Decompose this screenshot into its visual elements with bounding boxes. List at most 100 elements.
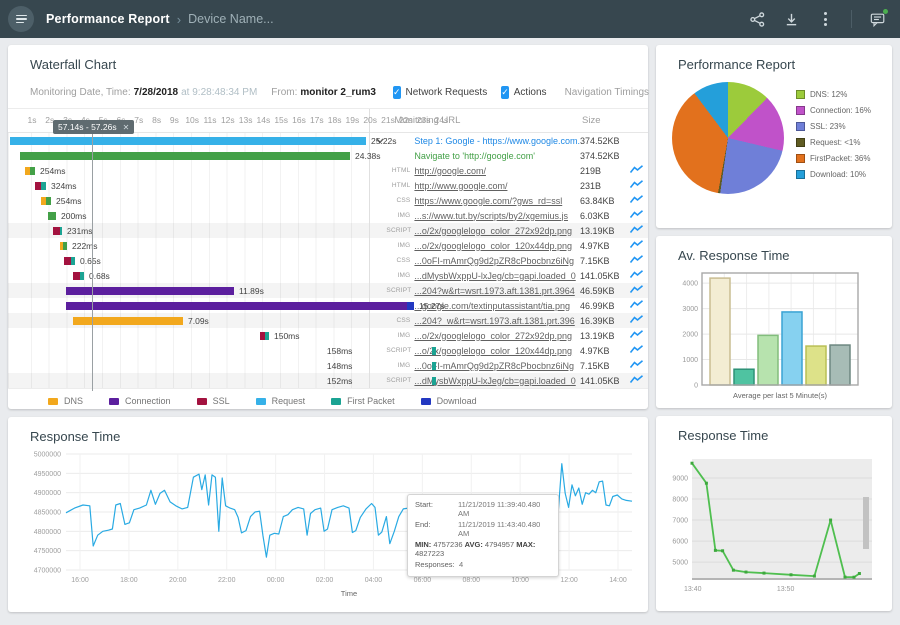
svg-text:0: 0 (694, 383, 698, 390)
chart-line-icon[interactable] (630, 255, 648, 266)
url-link[interactable]: ...dMysbWxppU-lxJeg/cb=gapi.loaded_0 (414, 376, 575, 386)
waterfall-row: 254ms (8, 163, 369, 178)
url-link[interactable]: ...o/2x/googlelogo_color_120x44dp.png (414, 241, 572, 251)
chart-line-icon[interactable] (630, 375, 648, 386)
bar-5[interactable] (830, 345, 850, 385)
legend-swatch (256, 398, 266, 405)
performance-report-panel: Performance Report DNS: 12%Connection: 1… (656, 45, 892, 228)
network-requests-checkbox[interactable]: ✓ (393, 86, 401, 99)
url-link[interactable]: https://www.google.com/?gws_rd=ssl (414, 196, 562, 206)
chart-line-icon[interactable] (630, 360, 648, 371)
waterfall-bar[interactable] (20, 152, 350, 160)
chart-line-icon[interactable] (630, 345, 648, 356)
waterfall-bar[interactable] (73, 272, 84, 280)
waterfall-bar[interactable] (64, 257, 75, 265)
waterfall-bar[interactable] (25, 167, 35, 175)
url-link[interactable]: ...s://www.tut.by/scripts/by2/xgemius.js (414, 211, 568, 221)
table-row: SCRIPT...204?w&rt=wsrt.1973.aft.1381.prt… (370, 283, 648, 298)
feedback-chat-icon[interactable] (870, 11, 886, 27)
url-link[interactable]: ...dMysbWxppU-lxJeg/cb=gapi.loaded_0 (414, 271, 575, 281)
chart-line-icon[interactable] (630, 315, 648, 326)
url-link[interactable]: http://google.com/ (414, 166, 486, 176)
waterfall-bar[interactable] (10, 137, 366, 145)
chart-line-icon[interactable] (630, 300, 648, 311)
duration-label: 254ms (56, 196, 82, 206)
bar-3[interactable] (782, 312, 802, 385)
pie-legend-swatch (796, 154, 805, 163)
url-link[interactable]: ...0oFI-mAmrQg9d2pZR8cPbocbnz6iNg (414, 256, 574, 266)
waterfall-bar[interactable] (41, 197, 51, 205)
url-cell: ...204?w&rt=wsrt.1973.aft.1381.prt.3964 (410, 286, 580, 296)
download-icon[interactable] (783, 11, 799, 27)
response-time-panel: Response Time 50000004950000490000048500… (8, 417, 648, 612)
url-link[interactable]: ...0oFI-mAmrQg9d2pZR8cPbocbnz6iNg (414, 361, 574, 371)
chart-line-icon[interactable] (630, 210, 648, 221)
url-link[interactable]: ...o/2x/googlelogo_color_272x92dp.png (414, 226, 572, 236)
clear-selection-icon[interactable]: ✕ (123, 123, 130, 132)
chart-line-icon[interactable] (630, 330, 648, 341)
waterfall-bar[interactable] (432, 377, 436, 385)
waterfall-bar[interactable] (260, 332, 269, 340)
url-link[interactable]: ...204?_w&rt=wsrt.1973.aft.1381.prt.396 (414, 316, 574, 326)
url-cell: ...o/2x/googlelogo_color_272x92dp.png (410, 226, 580, 236)
svg-text:02:00: 02:00 (316, 577, 334, 584)
bar-segment (48, 212, 56, 220)
chart-line-icon[interactable] (630, 165, 648, 176)
resource-type-label: CSS (386, 317, 410, 324)
tooltip-value: 4 (459, 560, 463, 569)
waterfall-bar[interactable] (48, 212, 56, 220)
waterfall-bar[interactable] (35, 182, 46, 190)
menu-icon[interactable] (8, 6, 34, 32)
response-time-title: Response Time (8, 417, 648, 444)
pie-legend-item: DNS: 12% (796, 90, 871, 99)
waterfall-bar[interactable] (53, 227, 62, 235)
resource-type-label: IMG (386, 272, 410, 279)
url-link[interactable]: ...204?w&rt=wsrt.1973.aft.1381.prt.3964 (414, 286, 574, 296)
waterfall-bar[interactable] (432, 347, 436, 355)
waterfall-timeline: 1s2s3s4s5s6s7s8s9s10s11s12s13s14s15s16s1… (8, 109, 370, 388)
waterfall-row: 11.89s (8, 283, 369, 298)
waterfall-bar[interactable] (73, 317, 183, 325)
bar-0[interactable] (710, 278, 730, 385)
chart-line-icon[interactable] (630, 285, 648, 296)
chart-line-icon[interactable] (630, 225, 648, 236)
chart-line-icon[interactable] (630, 240, 648, 251)
waterfall-bar[interactable] (432, 362, 436, 370)
chart-line-icon[interactable] (630, 195, 648, 206)
waterfall-row: 0.68s (8, 268, 369, 283)
url-link[interactable]: http://www.google.com/ (414, 181, 507, 191)
table-row: IMG...0oFI-mAmrQg9d2pZR8cPbocbnz6iNg7.15… (370, 358, 648, 373)
url-link[interactable]: ...o/2x/googlelogo_color_272x92dp.png (414, 331, 572, 341)
url-link[interactable]: ...o/2x/googlelogo_color_120x44dp.png (414, 346, 572, 356)
duration-label: 148ms (327, 361, 353, 371)
waterfall-row: 0.65s (8, 253, 369, 268)
resource-type-label: SCRIPT (386, 347, 410, 354)
response-time-small-chart[interactable]: 9000800070006000500013:4013:50 (664, 453, 880, 601)
chart-line-icon[interactable] (630, 180, 648, 191)
legend-swatch (421, 398, 431, 405)
avg-response-time-chart[interactable]: 01000200030004000Average per last 5 Minu… (672, 267, 876, 407)
chart-line-icon[interactable] (630, 270, 648, 281)
size-column-header[interactable]: Size (582, 115, 648, 126)
waterfall-bar[interactable] (66, 302, 414, 310)
url-link[interactable]: Navigate to 'http://google.com' (414, 151, 535, 161)
bar-2[interactable] (758, 335, 778, 385)
bar-4[interactable] (806, 346, 826, 385)
playhead-line[interactable] (92, 133, 93, 391)
pie-legend-item: Download: 10% (796, 170, 871, 179)
date-label: Monitoring Date, Time: (30, 87, 131, 98)
scrollbar-thumb[interactable] (863, 497, 869, 549)
waterfall-row: 231ms (8, 223, 369, 238)
share-icon[interactable] (749, 11, 765, 27)
duration-label: 24.38s (355, 151, 381, 161)
actions-checkbox[interactable]: ✓ (501, 86, 509, 99)
url-link[interactable]: Step 1: Google - https://www.google.com. (414, 136, 580, 146)
table-row: CSS ...204?_w&rt=wsrt.1973.aft.1381.prt.3… (370, 313, 648, 328)
bar-1[interactable] (734, 369, 754, 385)
performance-pie-chart[interactable] (672, 82, 784, 194)
waterfall-bar[interactable] (60, 242, 67, 250)
more-options-icon[interactable] (817, 11, 833, 27)
url-cell: https://www.google.com/?gws_rd=ssl (410, 196, 580, 206)
breadcrumb-device[interactable]: Device Name... (188, 12, 273, 26)
from-label: From: (271, 87, 297, 98)
